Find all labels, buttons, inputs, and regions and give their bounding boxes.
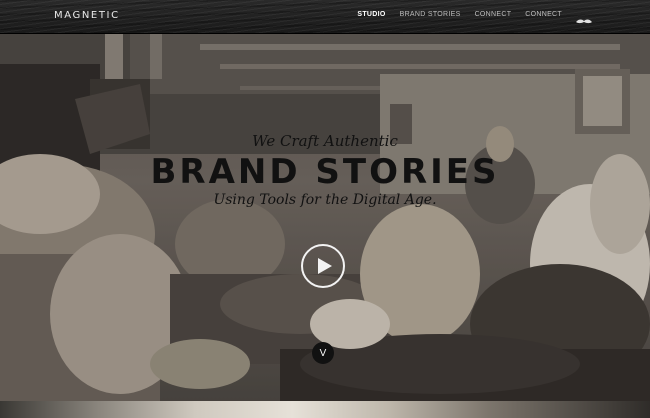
hero-tagline-top: We Craft Authentic — [252, 132, 398, 150]
nav-item-connect[interactable]: CONNECT — [475, 11, 512, 18]
chevron-down-icon: V — [319, 347, 327, 359]
mustache-icon[interactable] — [576, 12, 592, 23]
nav-item-studio[interactable]: STUDIO — [357, 11, 385, 18]
hero-headline: BRAND STORIES — [150, 152, 500, 192]
next-section-preview — [0, 401, 650, 418]
site-header: MAGNETIC STUDIO BRAND STORIES CONNECT CO… — [0, 0, 650, 34]
site-logo[interactable]: MAGNETIC — [54, 10, 120, 21]
main-nav: STUDIO BRAND STORIES CONNECT CONNECT — [343, 11, 592, 23]
hero-tagline-bottom: Using Tools for the Digital Age. — [213, 192, 437, 208]
play-video-button[interactable] — [301, 244, 345, 288]
hero-section: We Craft Authentic BRAND STORIES Using T… — [0, 34, 650, 401]
scroll-down-button[interactable]: V — [312, 342, 334, 364]
play-icon — [318, 258, 332, 274]
nav-item-connect-2[interactable]: CONNECT — [525, 11, 562, 18]
nav-item-brand-stories[interactable]: BRAND STORIES — [400, 11, 461, 18]
